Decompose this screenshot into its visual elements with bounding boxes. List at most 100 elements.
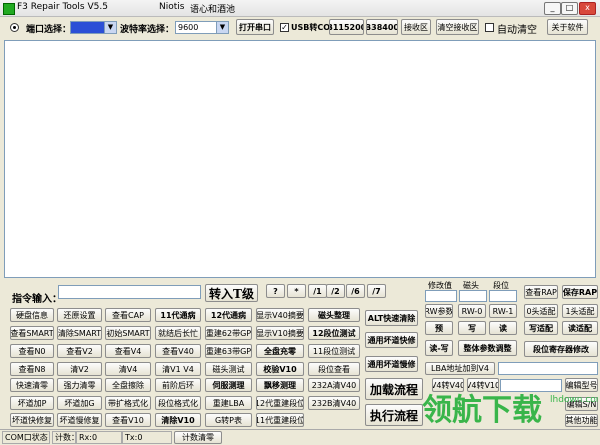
pre-button[interactable]: 预 xyxy=(425,321,453,335)
grid-button[interactable]: 全盘擦除 xyxy=(105,378,151,392)
read-write-button[interactable]: 读-写 xyxy=(425,340,453,356)
grid-button[interactable]: 清V4 xyxy=(105,362,151,376)
grid-button[interactable]: 坏道加P xyxy=(10,396,54,410)
grid-button[interactable]: 坏道快修复 xyxy=(10,413,54,427)
usb-com-checkbox[interactable]: ✓ xyxy=(280,23,289,32)
grid-button[interactable]: 初始SMART xyxy=(105,326,151,340)
head-input[interactable] xyxy=(459,290,487,302)
bad-slow-button[interactable]: 通用坏道慢修 xyxy=(365,356,418,372)
chevron-down-icon: ▼ xyxy=(104,22,116,33)
grid-button[interactable]: 重建LBA xyxy=(205,396,252,410)
read-adapt-button[interactable]: 读适配 xyxy=(562,321,598,335)
grid-button[interactable]: 清除SMART xyxy=(57,326,102,340)
send-button[interactable]: 转入T级 xyxy=(205,284,258,302)
lba-to-v4-button[interactable]: LBA地址加到V4 xyxy=(425,362,495,375)
grid-button[interactable]: 查看N0 xyxy=(10,344,54,358)
grid-button[interactable]: 232B清V40 xyxy=(308,396,360,410)
exec-flow-button[interactable]: 执行流程 xyxy=(365,404,423,426)
alt-clear-button[interactable]: ALT快速清除 xyxy=(365,310,418,326)
grid-button[interactable]: 12代重建段位 xyxy=(256,396,304,410)
grid-button[interactable]: 查看CAP xyxy=(105,308,151,322)
grid-button[interactable]: 清除V10 xyxy=(155,413,201,427)
symbol-button[interactable]: /6 xyxy=(346,284,365,298)
maximize-button[interactable]: □ xyxy=(561,2,578,15)
grid-button[interactable]: 重建63带GP xyxy=(205,344,252,358)
lba-input[interactable] xyxy=(498,362,598,375)
symbol-button[interactable]: /7 xyxy=(367,284,386,298)
symbol-button[interactable]: ? xyxy=(266,284,285,298)
grid-button[interactable]: 12代通病 xyxy=(205,308,252,322)
grid-button[interactable]: 11段位测试 xyxy=(308,344,360,358)
head1-adapt-button[interactable]: 1头适配 xyxy=(562,304,598,318)
open-port-button[interactable]: 打开串口 xyxy=(236,19,274,35)
bad-fast-button[interactable]: 通用坏道快修 xyxy=(365,332,418,348)
grid-button[interactable]: 磁头测试 xyxy=(205,362,252,376)
grid-button[interactable]: 快速清零 xyxy=(10,378,54,392)
grid-button[interactable]: 清V1 V4 xyxy=(155,362,201,376)
grid-button[interactable]: 校验V10 xyxy=(256,362,304,376)
clear-count-button[interactable]: 计数清零 xyxy=(174,431,222,444)
whole-param-button[interactable]: 整体参数调整 xyxy=(458,340,517,356)
grid-button[interactable]: 磁头整理 xyxy=(308,308,360,322)
b38400-button[interactable]: B38400 xyxy=(366,19,398,35)
seg-reg-modify-button[interactable]: 段位寄存器修改 xyxy=(524,341,598,357)
grid-button[interactable]: 段位格式化 xyxy=(155,396,201,410)
grid-button[interactable]: 查看V10 xyxy=(105,413,151,427)
b115200-button[interactable]: B115200 xyxy=(329,19,364,35)
close-button[interactable]: x xyxy=(579,2,596,15)
receive-textarea[interactable] xyxy=(4,40,596,278)
grid-button[interactable]: 清V2 xyxy=(57,362,102,376)
minimize-button[interactable]: _ xyxy=(544,2,561,15)
grid-button[interactable]: 查看N8 xyxy=(10,362,54,376)
view-rap-button[interactable]: 查看RAP xyxy=(524,285,558,299)
save-rap-button[interactable]: 保存RAP xyxy=(562,285,598,299)
grid-button[interactable]: 全盘充零 xyxy=(256,344,304,358)
clear-receive-button[interactable]: 清空接收区 xyxy=(436,19,479,35)
grid-button[interactable]: 就结后长忙 xyxy=(155,326,201,340)
watermark-logo: 领航下载 lhdown.com xyxy=(422,393,598,428)
segment-input[interactable] xyxy=(489,290,517,302)
baud-label: 波特率选择： xyxy=(120,25,175,35)
grid-button[interactable]: 显示V10摘要 xyxy=(256,326,304,340)
symbol-button[interactable]: /2 xyxy=(326,284,345,298)
grid-button[interactable]: 232A清V40 xyxy=(308,378,360,392)
rw-param-button[interactable]: RW参数 xyxy=(425,304,453,318)
load-flow-button[interactable]: 加载流程 xyxy=(365,378,423,400)
grid-button[interactable]: G转P表 xyxy=(205,413,252,427)
grid-button[interactable]: 查看V40 xyxy=(155,344,201,358)
grid-button[interactable]: 重建62带GP xyxy=(205,326,252,340)
receive-area-button[interactable]: 接收区 xyxy=(401,19,431,35)
head0-adapt-button[interactable]: 0头适配 xyxy=(524,304,558,318)
port-select[interactable]: ▼ xyxy=(70,21,117,34)
grid-button[interactable]: 还原设置 xyxy=(57,308,102,322)
grid-button[interactable]: 飘移测理 xyxy=(256,378,304,392)
grid-button[interactable]: 11代通病 xyxy=(155,308,201,322)
modify-value-input[interactable] xyxy=(425,290,457,302)
grid-button[interactable]: 前阶后环 xyxy=(155,378,201,392)
rw1-button[interactable]: RW-1 xyxy=(489,304,517,318)
command-input[interactable] xyxy=(58,285,201,299)
port-radio[interactable] xyxy=(10,23,19,32)
grid-button[interactable]: 坏道慢修复 xyxy=(57,413,102,427)
grid-button[interactable]: 12段位测试 xyxy=(308,326,360,340)
write-adapt-button[interactable]: 写适配 xyxy=(524,321,558,335)
write-button[interactable]: 写 xyxy=(458,321,486,335)
read-button[interactable]: 读 xyxy=(489,321,517,335)
grid-button[interactable]: 伺服测理 xyxy=(205,378,252,392)
grid-button[interactable]: 硬盘信息 xyxy=(10,308,54,322)
about-button[interactable]: 关于软件 xyxy=(547,19,588,35)
rw0-button[interactable]: RW-0 xyxy=(458,304,486,318)
grid-button[interactable]: 查看V4 xyxy=(105,344,151,358)
auto-clear-checkbox[interactable] xyxy=(485,23,494,32)
symbol-button[interactable]: * xyxy=(287,284,306,298)
grid-button[interactable]: 查看V2 xyxy=(57,344,102,358)
grid-button[interactable]: 强力清零 xyxy=(57,378,102,392)
baud-select[interactable]: 9600 ▼ xyxy=(175,21,229,34)
grid-button[interactable]: 11代重建段位 xyxy=(256,413,304,427)
grid-button[interactable]: 查看SMART xyxy=(10,326,54,340)
symbol-button[interactable]: /1 xyxy=(308,284,327,298)
grid-button[interactable]: 坏道加G xyxy=(57,396,102,410)
grid-button[interactable]: 显示V40摘要 xyxy=(256,308,304,322)
grid-button[interactable]: 带扩格式化 xyxy=(105,396,151,410)
grid-button[interactable]: 段位查看 xyxy=(308,362,360,376)
